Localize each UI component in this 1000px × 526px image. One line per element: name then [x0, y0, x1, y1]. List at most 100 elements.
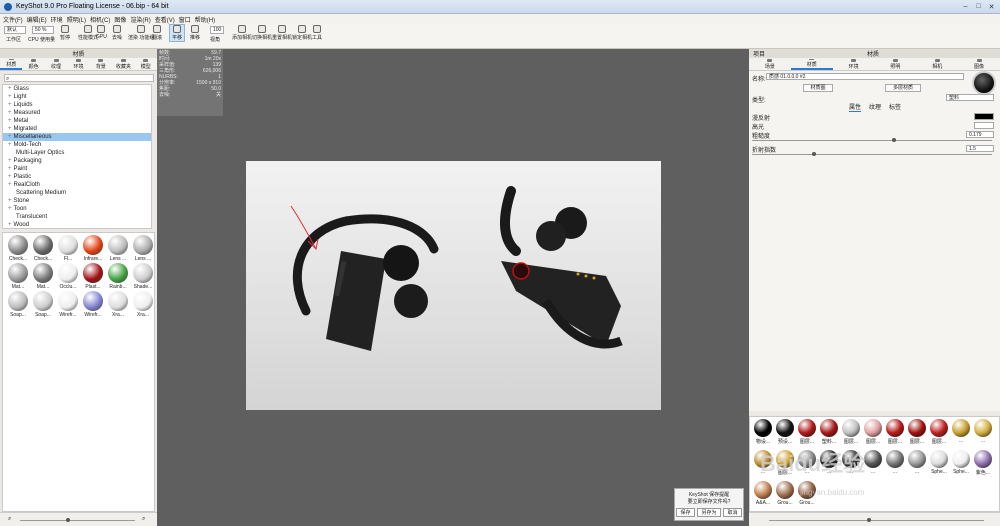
- pause-button[interactable]: 暂停: [60, 25, 70, 41]
- material-thumbnail[interactable]: Mat...: [32, 263, 54, 290]
- expand-icon[interactable]: +: [8, 118, 12, 124]
- material-name-input[interactable]: 质感 01.0.0.0 #2: [766, 73, 964, 80]
- material-thumbnail[interactable]: Fl...: [57, 235, 79, 262]
- tab-lighting[interactable]: 照明: [874, 58, 916, 70]
- render-image[interactable]: [246, 161, 661, 410]
- tab-image[interactable]: 图像: [958, 58, 1000, 70]
- save-as-button[interactable]: 另存为: [697, 508, 721, 517]
- tree-item[interactable]: + Miscellaneous: [3, 133, 151, 141]
- tree-item[interactable]: + Plastic: [3, 173, 151, 181]
- tab-models[interactable]: 模型: [135, 58, 157, 70]
- tab-properties[interactable]: 属性: [849, 102, 862, 112]
- material-thumbnail[interactable]: Wirefr...: [82, 291, 104, 318]
- menu-environment[interactable]: 环境: [51, 15, 63, 24]
- tree-item[interactable]: + Packaging: [3, 157, 151, 165]
- material-thumbnail[interactable]: Wirefr...: [57, 291, 79, 318]
- add-camera-button[interactable]: 添加相机: [232, 25, 252, 41]
- material-thumbnail[interactable]: Soap...: [32, 291, 54, 318]
- tumble-button[interactable]: 翻滚: [152, 25, 162, 41]
- tree-item[interactable]: + Liquids: [3, 101, 151, 109]
- library-swatch[interactable]: ...: [884, 450, 906, 475]
- tab-camera[interactable]: 相机: [916, 58, 958, 70]
- library-swatch[interactable]: 图层...: [884, 419, 906, 445]
- menu-edit[interactable]: 编辑(E): [27, 15, 47, 24]
- library-swatch[interactable]: 塑料...: [818, 419, 840, 445]
- cpu-usage-button[interactable]: CPU 使用量: [28, 36, 55, 43]
- library-search-input[interactable]: ⌕: [4, 74, 154, 82]
- tab-colors[interactable]: 颜色: [22, 58, 44, 70]
- tab-textures[interactable]: 纹理: [45, 58, 67, 70]
- expand-icon[interactable]: +: [8, 94, 12, 100]
- tab-scene[interactable]: 场景: [749, 58, 791, 70]
- reset-camera-button[interactable]: 重置相机: [272, 25, 292, 41]
- library-swatch[interactable]: 图层...: [796, 419, 818, 445]
- material-thumbnail[interactable]: Lens ...: [107, 235, 129, 262]
- tree-item[interactable]: + Stone: [3, 197, 151, 205]
- material-thumbnail[interactable]: Check...: [7, 235, 29, 262]
- expand-icon[interactable]: +: [8, 110, 12, 116]
- menu-camera[interactable]: 相机(C): [90, 15, 110, 24]
- tab-material[interactable]: 材质: [790, 58, 833, 70]
- material-thumbnail[interactable]: Xra...: [107, 291, 129, 318]
- refraction-knob[interactable]: [812, 152, 816, 156]
- perspective-button[interactable]: 视角: [210, 36, 220, 43]
- specular-color-swatch[interactable]: [974, 122, 994, 129]
- material-thumbnail[interactable]: Plast...: [82, 263, 104, 290]
- tree-item[interactable]: + RealCloth: [3, 181, 151, 189]
- material-thumbnail[interactable]: Infrare...: [82, 235, 104, 262]
- expand-icon[interactable]: +: [8, 142, 12, 148]
- material-type-dropdown[interactable]: 塑料: [946, 94, 994, 101]
- library-swatch[interactable]: A&A...: [752, 481, 774, 506]
- library-swatch[interactable]: 紫色...: [972, 450, 994, 476]
- tree-item[interactable]: Scattering Medium: [3, 189, 151, 197]
- tab-textures-sub[interactable]: 纹理: [869, 102, 881, 112]
- tab-favorites[interactable]: 收藏夹: [112, 58, 134, 70]
- zoom-dropdown[interactable]: 50 %: [32, 26, 54, 34]
- workspace-button[interactable]: 工作区: [6, 36, 21, 43]
- maximize-button[interactable]: □: [974, 2, 983, 11]
- cancel-button[interactable]: 取消: [723, 508, 742, 517]
- tree-item[interactable]: + Wood: [3, 221, 151, 229]
- roughness-knob[interactable]: [892, 138, 896, 142]
- thumbnail-size-knob[interactable]: [66, 518, 70, 522]
- tab-environments[interactable]: 环境: [67, 58, 89, 70]
- expand-icon[interactable]: +: [8, 206, 12, 212]
- workspace-dropdown[interactable]: 默认: [4, 26, 26, 34]
- swatch-size-knob[interactable]: [867, 518, 871, 522]
- expand-icon[interactable]: +: [8, 126, 12, 132]
- tab-materials[interactable]: 材质: [0, 58, 23, 70]
- tools-button[interactable]: 工具: [312, 25, 322, 41]
- library-swatch[interactable]: 图层...: [906, 419, 928, 445]
- pan-button[interactable]: 平移: [168, 24, 186, 42]
- library-swatch[interactable]: ...: [862, 450, 884, 475]
- tree-item[interactable]: + Mold-Tech: [3, 141, 151, 149]
- material-thumbnail[interactable]: Check...: [32, 235, 54, 262]
- dolly-button[interactable]: 推移: [190, 25, 200, 41]
- tab-environment[interactable]: 环境: [833, 58, 875, 70]
- thumbnail-size-slider[interactable]: [20, 520, 135, 521]
- roughness-input[interactable]: 0.179: [966, 131, 994, 138]
- library-swatch[interactable]: 物设...: [752, 419, 774, 445]
- tree-item[interactable]: + Metal: [3, 117, 151, 125]
- denoise-button[interactable]: 去噪: [112, 25, 122, 41]
- zoom-out-icon[interactable]: ⌕: [8, 516, 11, 523]
- library-swatch[interactable]: ...: [972, 419, 994, 444]
- material-thumbnail[interactable]: Shade...: [132, 263, 154, 290]
- library-swatch[interactable]: Grou...: [774, 481, 796, 506]
- expand-icon[interactable]: +: [8, 102, 12, 108]
- material-thumbnail[interactable]: Rainb...: [107, 263, 129, 290]
- expand-icon[interactable]: +: [8, 166, 12, 172]
- fov-input[interactable]: 100: [210, 26, 224, 34]
- library-swatch[interactable]: 图层...: [840, 419, 862, 445]
- library-swatch[interactable]: 图层...: [928, 419, 950, 445]
- library-swatch[interactable]: 图层...: [862, 419, 884, 445]
- tree-item[interactable]: + Measured: [3, 109, 151, 117]
- expand-icon[interactable]: +: [8, 134, 12, 140]
- material-thumbnail[interactable]: Mat...: [7, 263, 29, 290]
- swatch-size-slider[interactable]: [769, 520, 984, 521]
- switch-camera-button[interactable]: 切换相机: [252, 25, 272, 41]
- material-thumbnail[interactable]: Occlu...: [57, 263, 79, 290]
- tree-item[interactable]: + Toon: [3, 205, 151, 213]
- menu-render[interactable]: 渲染(R): [130, 15, 150, 24]
- material-thumbnail[interactable]: Soap...: [7, 291, 29, 318]
